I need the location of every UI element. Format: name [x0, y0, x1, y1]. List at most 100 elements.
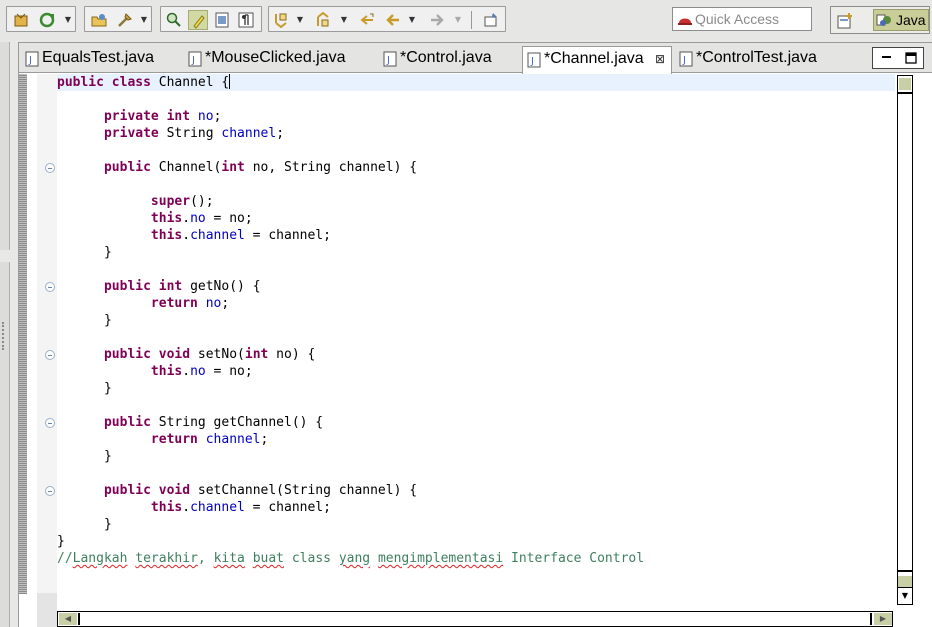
- code-line[interactable]: public void setChannel(String channel) {: [57, 482, 417, 499]
- java-file-icon: J: [527, 52, 541, 68]
- tab-control[interactable]: J *Control.java: [379, 46, 521, 73]
- new-wizard-button[interactable]: [11, 10, 31, 30]
- open-perspective-icon: [837, 13, 852, 29]
- gutter-bottom: [37, 593, 57, 627]
- open-type-icon: [91, 14, 107, 27]
- code-line[interactable]: }: [57, 448, 112, 465]
- show-whitespace-icon: [238, 12, 254, 28]
- quick-access-input[interactable]: [695, 10, 809, 28]
- code-line[interactable]: public String getChannel() {: [57, 414, 323, 431]
- tab-label: *Control.java: [400, 49, 492, 66]
- code-line[interactable]: this.channel = channel;: [57, 499, 331, 516]
- left-trim-stack: [0, 42, 10, 250]
- code-line[interactable]: public Channel(int no, String channel) {: [57, 159, 417, 176]
- scroll-right-arrow[interactable]: ▶: [874, 613, 892, 625]
- pin-editor-button[interactable]: [481, 10, 501, 30]
- left-trim-stack-bottom: [0, 262, 10, 627]
- quick-access-icon: [678, 18, 692, 25]
- pin-editor-icon: [484, 13, 497, 27]
- vertical-scroll-thumb[interactable]: [898, 92, 912, 572]
- code-line[interactable]: super();: [57, 193, 214, 210]
- code-line[interactable]: return channel;: [57, 431, 268, 448]
- code-line[interactable]: public int getNo() {: [57, 278, 261, 295]
- last-edit-button[interactable]: [357, 10, 377, 30]
- next-annotation-dropdown[interactable]: ▼: [295, 10, 305, 30]
- run-history-dropdown[interactable]: ▼: [63, 10, 73, 30]
- quick-access-box[interactable]: [672, 7, 812, 31]
- java-file-icon: J: [679, 51, 693, 67]
- tab-close-icon[interactable]: ⊠: [653, 52, 667, 66]
- new-wizard-icon: [14, 13, 28, 27]
- show-whitespace-button[interactable]: [236, 10, 256, 30]
- java-file-icon: J: [383, 51, 397, 67]
- code-line[interactable]: private String channel;: [57, 125, 284, 142]
- code-line[interactable]: public class Channel {: [57, 74, 895, 91]
- code-line[interactable]: return no;: [57, 295, 229, 312]
- horizontal-scroll-thumb[interactable]: [78, 613, 872, 625]
- run-history-icon: [39, 12, 55, 28]
- java-perspective-button[interactable]: Java: [873, 9, 929, 31]
- debug-tools-button[interactable]: [115, 10, 135, 30]
- search-button[interactable]: [164, 10, 184, 30]
- toolbar-group-run: ▼: [6, 6, 76, 32]
- fold-toggle-icon[interactable]: [45, 282, 55, 292]
- next-annotation-icon: [275, 13, 287, 29]
- tab-label: EqualsTest.java: [42, 49, 155, 66]
- toggle-block-button[interactable]: [212, 10, 232, 30]
- back-button[interactable]: [383, 10, 403, 30]
- scroll-up-arrow[interactable]: [899, 78, 911, 90]
- code-line[interactable]: public void setNo(int no) {: [57, 346, 315, 363]
- tab-label: *ControlTest.java: [696, 49, 817, 66]
- minimize-icon[interactable]: [877, 50, 897, 66]
- toolbar-group-edit: [160, 6, 262, 32]
- editor-min-max-controls: [872, 47, 924, 69]
- scroll-left-arrow[interactable]: ◀: [59, 613, 77, 625]
- maximize-icon[interactable]: [901, 50, 921, 66]
- tab-channel[interactable]: J *Channel.java ⊠: [522, 46, 672, 74]
- tab-controltest[interactable]: J *ControlTest.java: [675, 46, 845, 73]
- code-line[interactable]: }: [57, 516, 112, 533]
- tab-mouseclicked[interactable]: J *MouseClicked.java: [184, 46, 378, 73]
- svg-text:J: J: [191, 55, 195, 66]
- toolbar-separator: [471, 11, 472, 29]
- code-line[interactable]: this.channel = channel;: [57, 227, 331, 244]
- code-line[interactable]: }: [57, 380, 112, 397]
- previous-annotation-button[interactable]: [313, 10, 333, 30]
- debug-tools-dropdown[interactable]: ▼: [139, 10, 149, 30]
- tab-equalstest[interactable]: J EqualsTest.java: [21, 46, 181, 73]
- java-editor: J EqualsTest.java J *MouseClicked.java J…: [18, 42, 932, 627]
- vertical-scrollbar[interactable]: [897, 75, 913, 605]
- code-line[interactable]: //Langkah terakhir, kita buat class yang…: [57, 550, 644, 567]
- next-annotation-button[interactable]: [271, 10, 291, 30]
- forward-button[interactable]: [427, 10, 447, 30]
- fold-toggle-icon[interactable]: [45, 163, 55, 173]
- back-dropdown[interactable]: ▼: [407, 10, 417, 30]
- debug-tools-icon: [118, 13, 132, 27]
- java-file-icon: J: [188, 51, 202, 67]
- last-edit-location-icon: [360, 13, 374, 25]
- fold-toggle-icon[interactable]: [45, 486, 55, 496]
- code-line[interactable]: this.no = no;: [57, 210, 253, 227]
- code-line[interactable]: this.no = no;: [57, 363, 253, 380]
- svg-text:J: J: [386, 55, 390, 66]
- code-line[interactable]: }: [57, 244, 112, 261]
- scroll-down-arrow[interactable]: ▼: [897, 587, 913, 605]
- fold-toggle-icon[interactable]: [45, 350, 55, 360]
- highlight-button[interactable]: [188, 10, 208, 30]
- open-type-button[interactable]: [89, 10, 109, 30]
- code-line[interactable]: }: [57, 533, 65, 550]
- code-text-area[interactable]: public class Channel { private int no; p…: [57, 74, 895, 609]
- code-line[interactable]: }: [57, 312, 112, 329]
- eclipse-window: ▼ ▼ ▼ ▼ ▼ ▼ Quick Access Java J EqualsTe…: [0, 0, 932, 627]
- forward-dropdown[interactable]: ▼: [453, 10, 463, 30]
- previous-annotation-dropdown[interactable]: ▼: [339, 10, 349, 30]
- trim-grip[interactable]: [2, 322, 6, 350]
- run-history-button[interactable]: [37, 10, 57, 30]
- code-line[interactable]: private int no;: [57, 108, 221, 125]
- horizontal-scrollbar[interactable]: ◀ ▶: [57, 611, 893, 627]
- editor-left-ruler: [19, 74, 27, 594]
- text-caret: [229, 74, 231, 89]
- open-perspective-button[interactable]: [835, 11, 855, 31]
- previous-annotation-icon: [317, 11, 329, 27]
- fold-toggle-icon[interactable]: [45, 418, 55, 428]
